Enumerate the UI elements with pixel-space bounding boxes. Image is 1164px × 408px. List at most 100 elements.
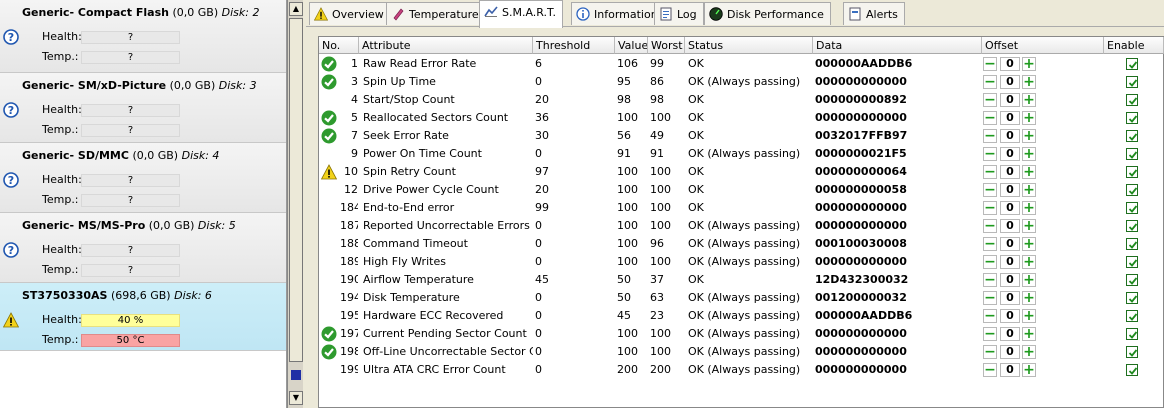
table-row[interactable]: 3 Spin Up Time 0 95 86 OK (Always passing) 000… (319, 73, 1164, 91)
column-header[interactable]: Attribute (359, 37, 533, 54)
offset-value[interactable]: 0 (1000, 129, 1020, 143)
offset-increase-button[interactable]: + (1022, 273, 1036, 287)
offset-value[interactable]: 0 (1000, 201, 1020, 215)
enable-checkbox[interactable] (1126, 310, 1138, 322)
table-row[interactable]: 184 End-to-End error 99 100 100 OK 00000000000… (319, 199, 1164, 217)
enable-checkbox[interactable] (1126, 130, 1138, 142)
enable-checkbox[interactable] (1126, 94, 1138, 106)
tab-s-m-a-r-t[interactable]: S.M.A.R.T. (479, 0, 563, 28)
offset-value[interactable]: 0 (1000, 291, 1020, 305)
table-row[interactable]: 10 Spin Retry Count 97 100 100 OK 000000000064… (319, 163, 1164, 181)
table-row[interactable]: 1 Raw Read Error Rate 6 106 99 OK 000000AADDB6… (319, 55, 1164, 73)
enable-checkbox[interactable] (1126, 166, 1138, 178)
offset-decrease-button[interactable]: − (983, 57, 997, 71)
disk-entry[interactable]: Generic- Compact Flash (0,0 GB) Disk: 2?… (0, 0, 286, 73)
offset-value[interactable]: 0 (1000, 345, 1020, 359)
offset-increase-button[interactable]: + (1022, 93, 1036, 107)
offset-decrease-button[interactable]: − (983, 237, 997, 251)
offset-value[interactable]: 0 (1000, 327, 1020, 341)
table-row[interactable]: 198Off-Line Uncorrectable Sector Count01… (319, 343, 1164, 361)
column-header[interactable]: Value (615, 37, 648, 54)
offset-value[interactable]: 0 (1000, 57, 1020, 71)
offset-increase-button[interactable]: + (1022, 219, 1036, 233)
offset-decrease-button[interactable]: − (983, 165, 997, 179)
tab-disk-performance[interactable]: Disk Performance (704, 2, 831, 25)
offset-decrease-button[interactable]: − (983, 93, 997, 107)
table-row[interactable]: 195 Hardware ECC Recovered 0 45 23 OK (Always… (319, 307, 1164, 325)
table-row[interactable]: 187 Reported Uncorrectable Errors 0 100 100 O… (319, 217, 1164, 235)
table-row[interactable]: 4 Start/Stop Count 20 98 98 OK 000000000892 −0 + (319, 91, 1164, 109)
offset-increase-button[interactable]: + (1022, 165, 1036, 179)
offset-decrease-button[interactable]: − (983, 111, 997, 125)
offset-value[interactable]: 0 (1000, 165, 1020, 179)
column-header[interactable]: Worst (648, 37, 685, 54)
column-header[interactable]: Offset (982, 37, 1104, 54)
offset-increase-button[interactable]: + (1022, 129, 1036, 143)
column-header[interactable]: Enable (1104, 37, 1164, 54)
enable-checkbox[interactable] (1126, 148, 1138, 160)
table-row[interactable]: 194 Disk Temperature 0 50 63 OK (Always passi… (319, 289, 1164, 307)
tab-overview[interactable]: Overview (309, 2, 391, 25)
offset-value[interactable]: 0 (1000, 111, 1020, 125)
offset-decrease-button[interactable]: − (983, 129, 997, 143)
offset-increase-button[interactable]: + (1022, 111, 1036, 125)
offset-value[interactable]: 0 (1000, 219, 1020, 233)
table-row[interactable]: 199 Ultra ATA CRC Error Count 0 200 200 OK (A… (319, 361, 1164, 379)
disk-entry[interactable]: Generic- SM/xD-Picture (0,0 GB) Disk: 3?… (0, 73, 286, 143)
offset-increase-button[interactable]: + (1022, 255, 1036, 269)
enable-checkbox[interactable] (1126, 76, 1138, 88)
offset-decrease-button[interactable]: − (983, 147, 997, 161)
offset-value[interactable]: 0 (1000, 273, 1020, 287)
offset-decrease-button[interactable]: − (983, 219, 997, 233)
table-row[interactable]: 190 Airflow Temperature 45 50 37 OK 12D4323000… (319, 271, 1164, 289)
column-header[interactable]: No. (319, 37, 359, 54)
table-row[interactable]: 9 Power On Time Count 0 91 91 OK (Always pass… (319, 145, 1164, 163)
offset-value[interactable]: 0 (1000, 75, 1020, 89)
offset-decrease-button[interactable]: − (983, 75, 997, 89)
offset-increase-button[interactable]: + (1022, 57, 1036, 71)
offset-increase-button[interactable]: + (1022, 327, 1036, 341)
offset-decrease-button[interactable]: − (983, 363, 997, 377)
enable-checkbox[interactable] (1126, 220, 1138, 232)
column-header[interactable]: Threshold (533, 37, 615, 54)
tab-information[interactable]: Information (571, 2, 665, 25)
enable-checkbox[interactable] (1126, 184, 1138, 196)
offset-increase-button[interactable]: + (1022, 147, 1036, 161)
offset-increase-button[interactable]: + (1022, 309, 1036, 323)
enable-checkbox[interactable] (1126, 346, 1138, 358)
enable-checkbox[interactable] (1126, 274, 1138, 286)
scroll-track[interactable] (289, 18, 303, 362)
offset-decrease-button[interactable]: − (983, 255, 997, 269)
offset-increase-button[interactable]: + (1022, 183, 1036, 197)
enable-checkbox[interactable] (1126, 328, 1138, 340)
enable-checkbox[interactable] (1126, 292, 1138, 304)
enable-checkbox[interactable] (1126, 202, 1138, 214)
offset-increase-button[interactable]: + (1022, 345, 1036, 359)
offset-decrease-button[interactable]: − (983, 201, 997, 215)
offset-decrease-button[interactable]: − (983, 345, 997, 359)
table-row[interactable]: 189 High Fly Writes 0 100 100 OK (Always pass… (319, 253, 1164, 271)
offset-increase-button[interactable]: + (1022, 237, 1036, 251)
table-row[interactable]: 7 Seek Error Rate 30 56 49 OK 0032017FFB97 −0 + (319, 127, 1164, 145)
enable-checkbox[interactable] (1126, 58, 1138, 70)
offset-decrease-button[interactable]: − (983, 183, 997, 197)
offset-decrease-button[interactable]: − (983, 327, 997, 341)
table-row[interactable]: 5 Reallocated Sectors Count 36 100 100 OK 0000… (319, 109, 1164, 127)
offset-decrease-button[interactable]: − (983, 273, 997, 287)
tab-temperature[interactable]: Temperature (386, 2, 486, 25)
offset-value[interactable]: 0 (1000, 147, 1020, 161)
column-header[interactable]: Status (685, 37, 813, 54)
enable-checkbox[interactable] (1126, 112, 1138, 124)
offset-value[interactable]: 0 (1000, 93, 1020, 107)
tab-log[interactable]: Log (654, 2, 704, 25)
offset-increase-button[interactable]: + (1022, 75, 1036, 89)
offset-value[interactable]: 0 (1000, 255, 1020, 269)
disk-entry[interactable]: Generic- MS/MS-Pro (0,0 GB) Disk: 5? Heal… (0, 213, 286, 283)
enable-checkbox[interactable] (1126, 256, 1138, 268)
table-row[interactable]: 188 Command Timeout 0 100 96 OK (Always passi… (319, 235, 1164, 253)
column-header[interactable]: Data (813, 37, 982, 54)
scroll-down-button[interactable]: ▼ (289, 391, 303, 405)
disk-entry[interactable]: Generic- SD/MMC (0,0 GB) Disk: 4? Health:… (0, 143, 286, 213)
offset-decrease-button[interactable]: − (983, 291, 997, 305)
enable-checkbox[interactable] (1126, 238, 1138, 250)
